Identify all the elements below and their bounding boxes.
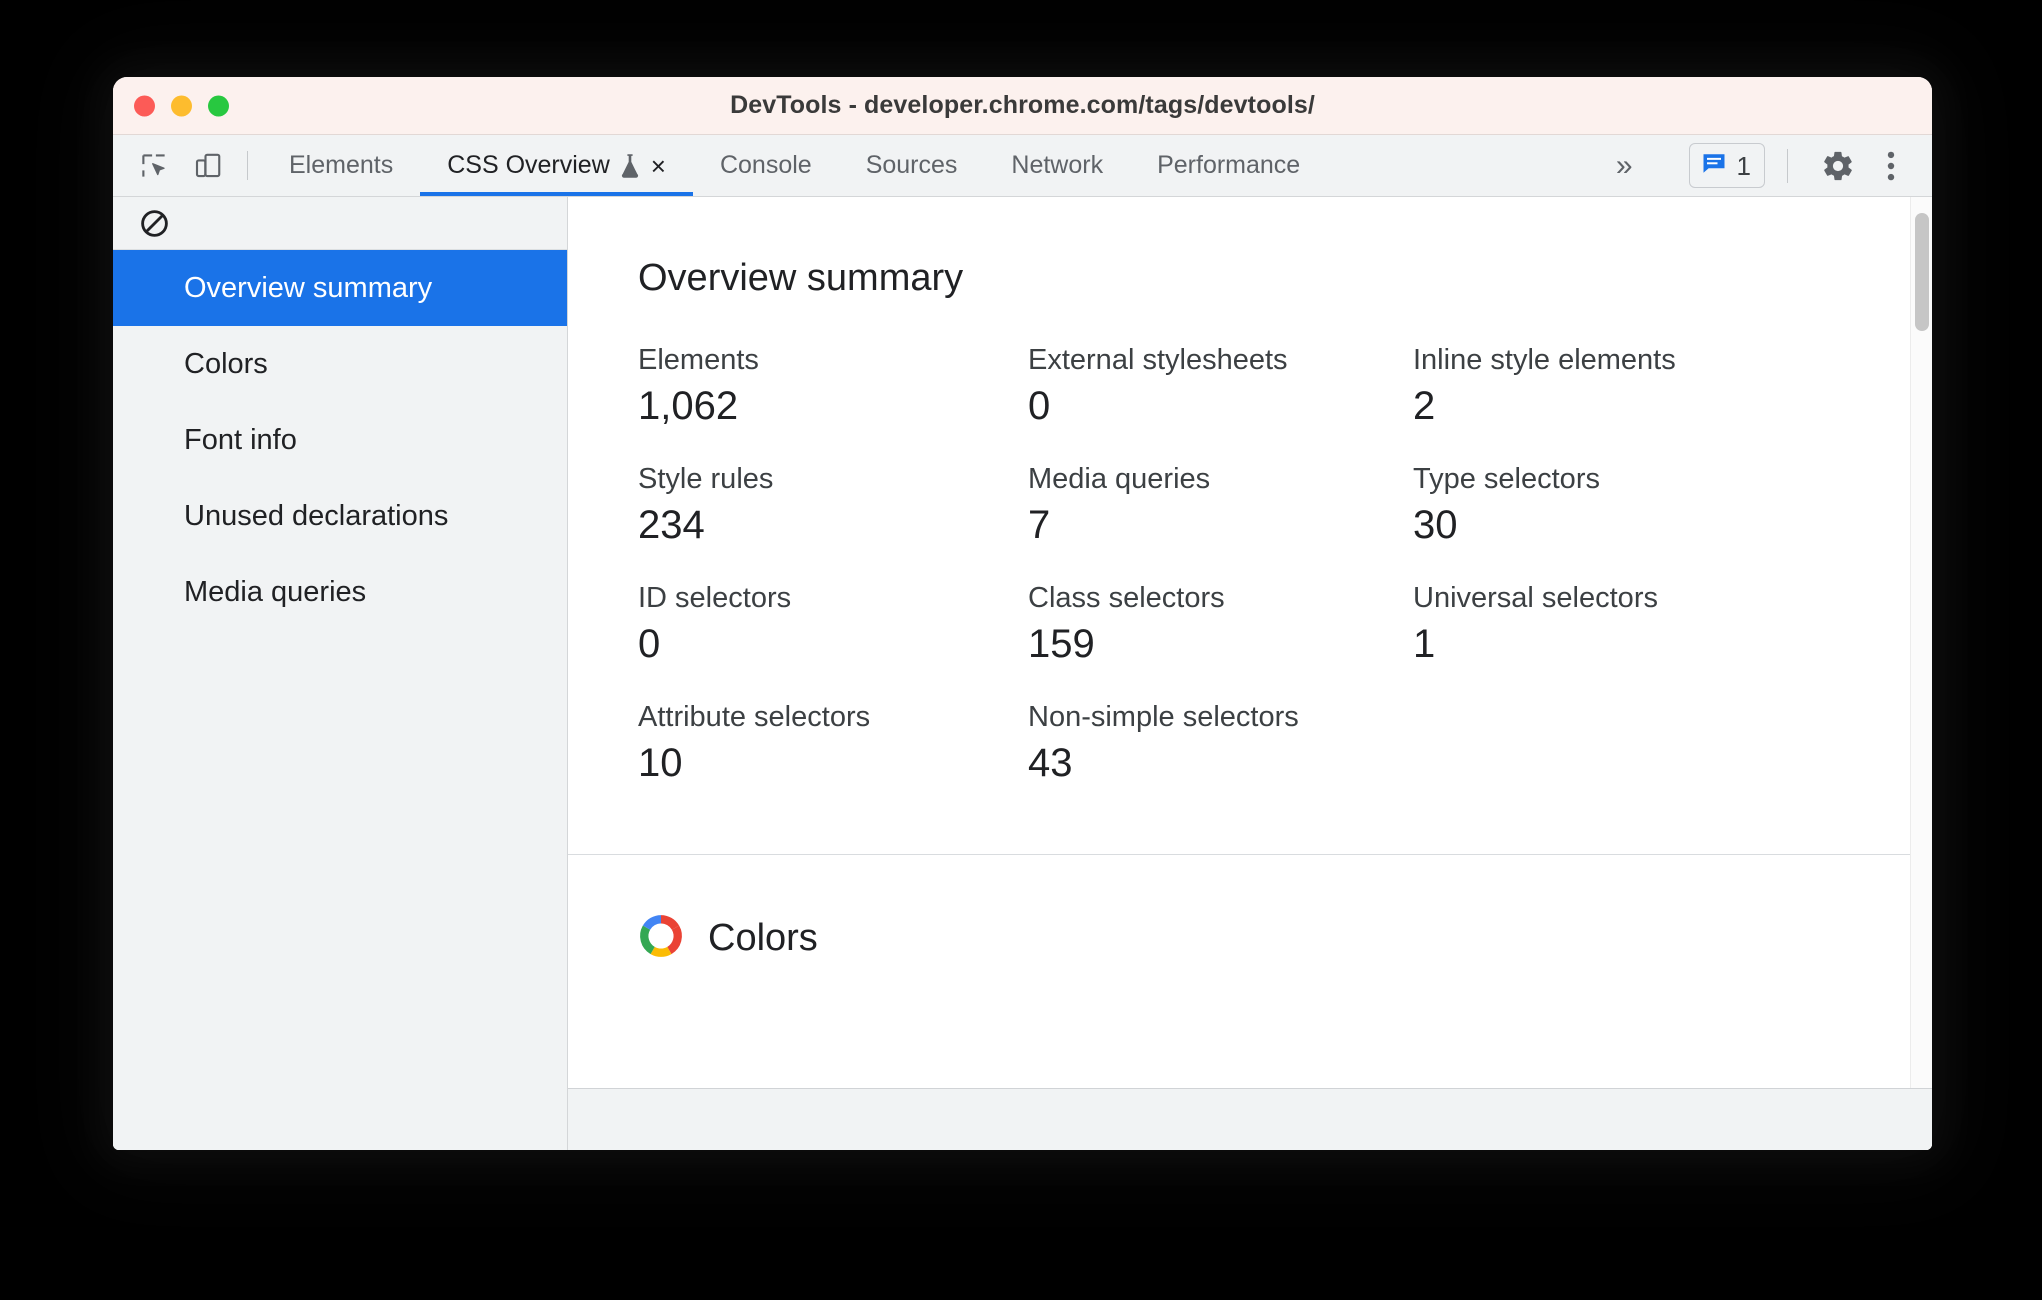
stat-label: Elements	[638, 344, 759, 376]
content-footer	[568, 1088, 1932, 1150]
close-tab-button[interactable]: ×	[651, 153, 666, 179]
tab-performance[interactable]: Performance	[1130, 135, 1327, 196]
stat-non-simple-selectors: Non-simple selectors 43	[1028, 701, 1413, 786]
tab-network[interactable]: Network	[984, 135, 1130, 196]
stat-label: Media queries	[1028, 463, 1211, 495]
stat-style-rules: Style rules 234	[638, 463, 1028, 548]
content-area: Overview summary Elements 1,062 External…	[568, 197, 1932, 1150]
stat-value: 159	[1028, 622, 1095, 666]
stat-attribute-selectors: Attribute selectors 10	[638, 701, 1028, 786]
sidebar-item-label: Unused declarations	[184, 499, 449, 532]
sidebar-nav: Overview summary Colors Font info Unused…	[113, 250, 567, 630]
scrollbar-thumb[interactable]	[1915, 213, 1929, 331]
window-title: DevTools - developer.chrome.com/tags/dev…	[730, 91, 1315, 119]
stat-value: 43	[1028, 741, 1073, 785]
vertical-dots-icon[interactable]	[1866, 150, 1916, 182]
stat-media-queries: Media queries 7	[1028, 463, 1413, 548]
inspect-element-icon[interactable]	[127, 135, 181, 196]
stat-label: Non-simple selectors	[1028, 701, 1299, 733]
tab-label: Console	[719, 151, 812, 179]
stat-external-stylesheets: External stylesheets 0	[1028, 344, 1413, 429]
stat-label: Style rules	[638, 463, 774, 495]
stat-label: ID selectors	[638, 582, 792, 614]
tab-label: Performance	[1157, 151, 1301, 179]
stat-label: Universal selectors	[1413, 582, 1658, 614]
devtools-toolbar: Elements CSS Overview × Console Sources	[113, 135, 1932, 197]
scroll-area: Overview summary Elements 1,062 External…	[568, 197, 1932, 1088]
traffic-lights	[134, 95, 229, 116]
stat-id-selectors: ID selectors 0	[638, 582, 1028, 667]
sidebar: Overview summary Colors Font info Unused…	[113, 197, 568, 1150]
tab-label: Sources	[865, 151, 958, 179]
tab-label: Elements	[289, 151, 394, 179]
device-toolbar-icon[interactable]	[181, 135, 235, 196]
tab-console[interactable]: Console	[693, 135, 839, 196]
experiment-flask-icon	[619, 153, 641, 179]
sidebar-item-label: Overview summary	[184, 271, 433, 304]
sidebar-item-media-queries[interactable]: Media queries	[113, 554, 567, 630]
clear-icon[interactable]	[139, 208, 170, 239]
colors-section-title: Colors	[708, 917, 818, 959]
stat-value: 7	[1028, 503, 1051, 547]
devtools-window: DevTools - developer.chrome.com/tags/dev…	[113, 77, 1932, 1150]
sidebar-item-colors[interactable]: Colors	[113, 326, 567, 402]
close-window-button[interactable]	[134, 95, 155, 116]
toolbar-right-divider	[1787, 148, 1788, 183]
stat-value: 0	[638, 622, 661, 666]
content-scrollbar[interactable]	[1910, 197, 1932, 1088]
message-count: 1	[1736, 150, 1751, 181]
screen: DevTools - developer.chrome.com/tags/dev…	[0, 0, 2042, 1300]
stat-label: Type selectors	[1413, 463, 1600, 495]
stat-value: 1	[1413, 622, 1436, 666]
stat-value: 2	[1413, 384, 1436, 428]
gear-icon[interactable]	[1810, 149, 1866, 183]
tab-elements[interactable]: Elements	[262, 135, 420, 196]
sidebar-item-label: Media queries	[184, 575, 367, 608]
page-title: Overview summary	[638, 257, 964, 299]
stat-universal-selectors: Universal selectors 1	[1413, 582, 1932, 667]
more-tabs-chevron-icon[interactable]: »	[1590, 149, 1659, 183]
stat-inline-style-elements: Inline style elements 2	[1413, 344, 1932, 429]
sidebar-item-overview-summary[interactable]: Overview summary	[113, 250, 567, 326]
stat-label: External stylesheets	[1028, 344, 1288, 376]
sidebar-toolbar	[113, 197, 567, 250]
color-wheel-icon	[638, 913, 684, 964]
tab-css-overview[interactable]: CSS Overview ×	[420, 135, 693, 196]
panel-tabs: Elements CSS Overview × Console Sources	[262, 135, 1327, 196]
tab-label: Network	[1011, 151, 1104, 179]
sidebar-item-unused-declarations[interactable]: Unused declarations	[113, 478, 567, 554]
stat-value: 1,062	[638, 384, 739, 428]
tab-sources[interactable]: Sources	[839, 135, 985, 196]
console-messages-button[interactable]: 1	[1688, 143, 1765, 188]
stat-value: 10	[638, 741, 683, 785]
sidebar-item-label: Font info	[184, 423, 297, 456]
stat-value: 30	[1413, 503, 1458, 547]
title-bar: DevTools - developer.chrome.com/tags/dev…	[113, 77, 1932, 135]
minimize-window-button[interactable]	[171, 95, 192, 116]
overview-summary-section: Overview summary Elements 1,062 External…	[568, 197, 1932, 786]
css-overview-panel: Overview summary Colors Font info Unused…	[113, 197, 1932, 1150]
message-icon	[1700, 149, 1728, 182]
stat-elements: Elements 1,062	[638, 344, 1028, 429]
stats-grid: Elements 1,062 External stylesheets 0 In…	[638, 344, 1932, 786]
maximize-window-button[interactable]	[208, 95, 229, 116]
sidebar-item-label: Colors	[184, 347, 268, 380]
stat-value: 0	[1028, 384, 1051, 428]
stat-label: Class selectors	[1028, 582, 1225, 614]
sidebar-item-font-info[interactable]: Font info	[113, 402, 567, 478]
toolbar-right: » 1	[1590, 135, 1932, 196]
stat-label: Inline style elements	[1413, 344, 1676, 376]
stat-type-selectors: Type selectors 30	[1413, 463, 1932, 548]
colors-section[interactable]: Colors	[568, 855, 1932, 964]
tab-label: CSS Overview	[447, 151, 610, 179]
stat-value: 234	[638, 503, 705, 547]
stat-label: Attribute selectors	[638, 701, 871, 733]
stat-class-selectors: Class selectors 159	[1028, 582, 1413, 667]
toolbar-divider	[247, 151, 248, 180]
